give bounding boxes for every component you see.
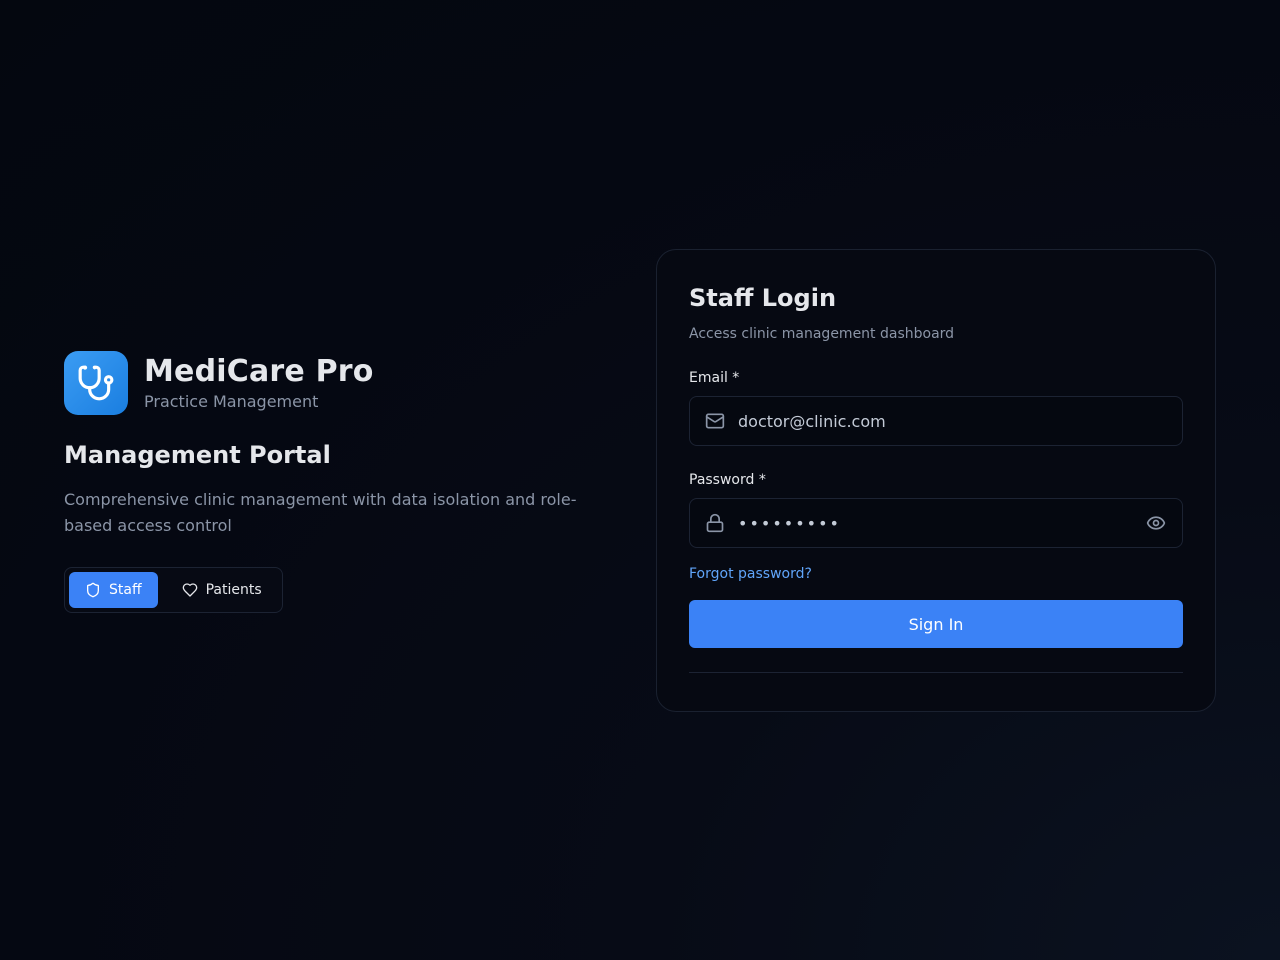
brand-header: MediCare Pro Practice Management [64, 351, 604, 415]
brand-subtitle: Practice Management [144, 392, 319, 411]
password-label: Password * [689, 472, 766, 488]
sign-in-button[interactable]: Sign In [689, 600, 1183, 648]
portal-title: Management Portal [64, 441, 331, 469]
mail-icon [704, 410, 726, 432]
forgot-password-link[interactable]: Forgot password? [689, 566, 812, 582]
role-patients-button[interactable]: Patients [166, 572, 278, 608]
shield-icon [85, 582, 101, 598]
stethoscope-icon [77, 364, 115, 402]
role-switch: Staff Patients [64, 567, 283, 613]
eye-icon[interactable] [1144, 511, 1168, 535]
email-label: Email * [689, 370, 740, 386]
branding-panel: MediCare Pro Practice Management Managem… [64, 351, 604, 613]
app-logo [64, 351, 128, 415]
portal-description: Comprehensive clinic management with dat… [64, 490, 577, 535]
brand-name: MediCare Pro [144, 354, 374, 389]
login-title: Staff Login [689, 284, 837, 312]
lock-icon [704, 512, 726, 534]
password-field-wrapper [689, 498, 1183, 548]
login-subtitle: Access clinic management dashboard [689, 326, 955, 342]
email-input[interactable] [738, 397, 1168, 445]
heart-icon [182, 582, 198, 598]
role-staff-label: Staff [109, 582, 142, 598]
brand-text: MediCare Pro Practice Management [144, 354, 374, 412]
login-card: Staff Login Access clinic management das… [656, 249, 1216, 712]
divider [689, 672, 1183, 673]
email-field-wrapper [689, 396, 1183, 446]
role-staff-button[interactable]: Staff [69, 572, 158, 608]
password-input[interactable] [738, 499, 1144, 547]
role-patients-label: Patients [205, 582, 262, 598]
